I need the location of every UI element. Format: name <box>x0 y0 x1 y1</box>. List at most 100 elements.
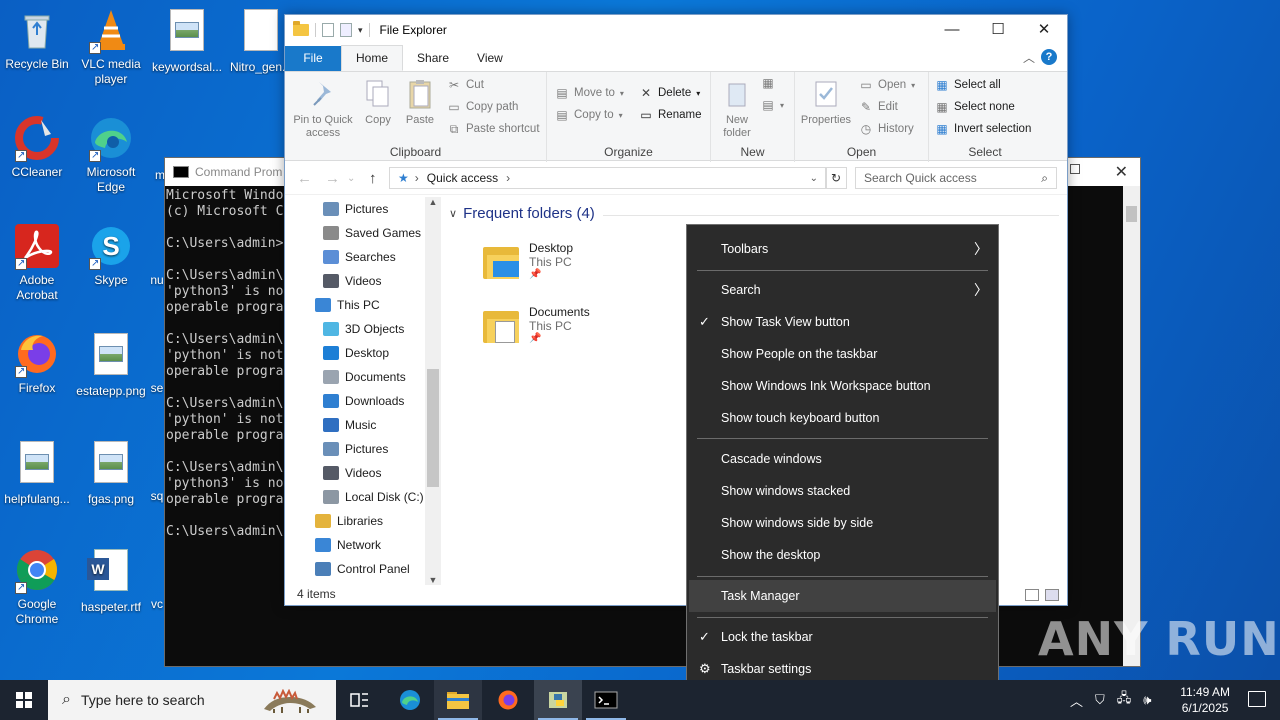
taskbar-file-explorer[interactable] <box>434 680 482 720</box>
desktop-icon-vc[interactable]: vc <box>150 546 164 612</box>
menu-item-show-ink-workspace[interactable]: Show Windows Ink Workspace button <box>687 370 998 402</box>
desktop-icon-sq[interactable]: sq <box>150 438 164 504</box>
select-none-button[interactable]: ▦ Select none <box>935 100 1014 114</box>
nav-item-local-disk-c[interactable]: Local Disk (C:) <box>323 485 424 509</box>
nav-item-pictures[interactable]: Pictures <box>323 437 388 461</box>
tab-home[interactable]: Home <box>341 45 404 71</box>
copy-button[interactable]: Copy <box>361 78 395 127</box>
tab-share[interactable]: Share <box>403 46 463 71</box>
desktop-icon-nu[interactable]: nu <box>150 222 164 288</box>
easy-access-button[interactable]: ▤ ▾ <box>761 98 784 112</box>
recent-locations-icon[interactable]: ⌄ <box>347 173 355 184</box>
tab-file[interactable]: File <box>285 46 341 71</box>
copy-path-button[interactable]: ▭ Copy path <box>447 100 518 114</box>
nav-item-downloads[interactable]: Downloads <box>323 389 404 413</box>
network-icon[interactable]: 🖧 <box>1117 689 1132 711</box>
copy-to-button[interactable]: ▤ Copy to ▾ <box>555 108 622 122</box>
desktop-icon-vlc[interactable]: VLC media player <box>74 6 148 87</box>
volume-icon[interactable]: 🕪 <box>1143 692 1151 708</box>
desktop-icon-fgas[interactable]: fgas.png <box>74 438 148 507</box>
desktop-icon-helpfulang[interactable]: helpfulang... <box>0 438 74 507</box>
refresh-icon[interactable]: ↻ <box>825 167 847 189</box>
task-view-button[interactable] <box>336 680 384 720</box>
nav-item-3d-objects[interactable]: 3D Objects <box>323 317 404 341</box>
menu-item-cascade-windows[interactable]: Cascade windows <box>687 443 998 475</box>
desktop-icon-se[interactable]: se <box>150 330 164 396</box>
nav-item-desktop[interactable]: Desktop <box>323 341 389 365</box>
new-item-button[interactable]: ▦ <box>761 76 775 90</box>
nav-item-documents[interactable]: Documents <box>323 365 406 389</box>
nav-item-pictures[interactable]: Pictures <box>323 197 388 221</box>
chevron-up-icon[interactable]: ︿ <box>1023 49 1035 66</box>
cmd-scrollbar[interactable] <box>1123 186 1140 666</box>
help-icon[interactable]: ? <box>1041 49 1057 65</box>
desktop-icon-acrobat[interactable]: Adobe Acrobat <box>0 222 74 303</box>
invert-selection-button[interactable]: ▦ Invert selection <box>935 122 1031 136</box>
maximize-icon[interactable] <box>1070 164 1080 174</box>
select-all-button[interactable]: ▦ Select all <box>935 78 1000 92</box>
pin-to-quick-access-button[interactable]: Pin to Quick access <box>289 78 357 140</box>
security-icon[interactable]: ⛉ <box>1095 692 1105 708</box>
details-view-icon[interactable] <box>1025 589 1039 601</box>
menu-item-show-task-view[interactable]: ✓ Show Task View button <box>687 306 998 338</box>
nav-item-videos[interactable]: Videos <box>323 461 381 485</box>
properties-qat-icon[interactable] <box>322 23 334 37</box>
properties-button[interactable]: Properties <box>799 78 853 127</box>
start-button[interactable] <box>0 680 48 720</box>
desktop-icon-edge[interactable]: Microsoft Edge <box>74 114 148 195</box>
open-button[interactable]: ▭ Open ▾ <box>859 78 915 92</box>
back-arrow-icon[interactable]: ← <box>297 170 312 187</box>
desktop-icon-estatepp[interactable]: estatepp.png <box>74 330 148 399</box>
menu-item-toolbars[interactable]: Toolbars 〉 <box>687 233 998 265</box>
minimize-icon[interactable]: — <box>929 15 975 45</box>
frequent-folders-header[interactable]: ∨ Frequent folders (4) <box>449 205 595 222</box>
desktop-icon-chrome[interactable]: Google Chrome <box>0 546 74 627</box>
nav-item-control-panel[interactable]: Control Panel <box>315 557 410 581</box>
notification-icon[interactable] <box>1248 691 1266 707</box>
search-input[interactable]: Search Quick access ⌕ <box>855 167 1057 189</box>
large-icons-view-icon[interactable] <box>1045 589 1059 601</box>
new-folder-button[interactable]: New folder <box>715 78 759 140</box>
desktop-icon-keywordsal[interactable]: keywordsal... <box>150 6 224 75</box>
nav-item-saved-games[interactable]: Saved Games <box>323 221 421 245</box>
taskbar-python-installer[interactable] <box>534 680 582 720</box>
desktop-icon-ccleaner[interactable]: CCleaner <box>0 114 74 180</box>
taskbar-edge[interactable] <box>386 680 434 720</box>
menu-item-show-touch-keyboard[interactable]: Show touch keyboard button <box>687 402 998 434</box>
taskbar-clock[interactable]: 11:49 AM 6/1/2025 <box>1180 684 1230 716</box>
folder-item-desktop[interactable]: Desktop This PC 📌 <box>481 241 573 281</box>
maximize-icon[interactable]: ☐ <box>975 15 1021 45</box>
delete-button[interactable]: ✕ Delete ▾ <box>639 86 700 100</box>
scroll-down-icon[interactable]: ▼ <box>425 575 441 585</box>
menu-item-search[interactable]: Search 〉 <box>687 274 998 306</box>
scrollbar-thumb[interactable] <box>1126 206 1137 222</box>
menu-item-windows-stacked[interactable]: Show windows stacked <box>687 475 998 507</box>
desktop-icon-skype[interactable]: S Skype <box>74 222 148 288</box>
chevron-down-icon[interactable]: ▾ <box>358 25 363 36</box>
close-icon[interactable]: ✕ <box>1021 15 1067 45</box>
menu-item-lock-taskbar[interactable]: ✓ Lock the taskbar <box>687 621 998 653</box>
history-button[interactable]: ◷ History <box>859 122 914 136</box>
menu-item-show-desktop[interactable]: Show the desktop <box>687 539 998 571</box>
taskbar-firefox[interactable] <box>484 680 532 720</box>
paste-button[interactable]: Paste <box>401 78 439 127</box>
tab-view[interactable]: View <box>463 46 517 71</box>
nav-scrollbar[interactable]: ▲ ▼ <box>425 197 441 585</box>
taskbar-command-prompt[interactable] <box>582 680 630 720</box>
nav-item-this-pc[interactable]: This PC <box>315 293 380 317</box>
scrollbar-thumb[interactable] <box>427 369 439 487</box>
desktop-icon-haspeter[interactable]: W haspeter.rtf <box>74 546 148 615</box>
close-icon[interactable]: ✕ <box>1115 162 1128 182</box>
rename-button[interactable]: ▭ Rename <box>639 108 701 122</box>
paste-shortcut-button[interactable]: ⧉ Paste shortcut <box>447 122 540 136</box>
forward-arrow-icon[interactable]: → <box>325 170 340 187</box>
chevron-up-icon[interactable]: ︿ <box>1070 691 1083 710</box>
nav-item-network[interactable]: Network <box>315 533 381 557</box>
nav-item-music[interactable]: Music <box>323 413 376 437</box>
menu-item-show-people[interactable]: Show People on the taskbar <box>687 338 998 370</box>
up-arrow-icon[interactable]: ↑ <box>369 170 377 187</box>
desktop-icon-recycle-bin[interactable]: Recycle Bin <box>0 6 74 72</box>
edit-button[interactable]: ✎ Edit <box>859 100 898 114</box>
new-folder-qat-icon[interactable] <box>340 23 352 37</box>
address-bar[interactable]: ★ › Quick access › ⌄ <box>389 167 827 189</box>
